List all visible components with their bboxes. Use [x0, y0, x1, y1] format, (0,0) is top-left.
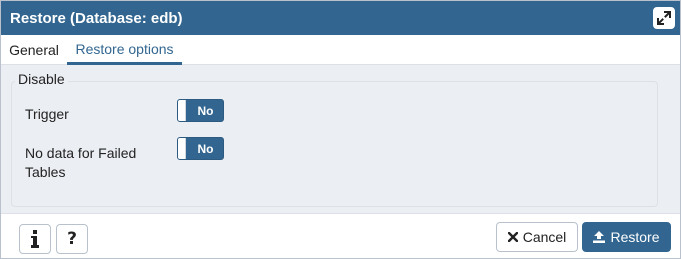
expand-icon — [657, 11, 671, 25]
info-icon — [31, 230, 39, 248]
restore-label: Restore — [610, 229, 660, 245]
dialog-titlebar[interactable]: Restore (Database: edb) — [1, 1, 680, 35]
close-icon — [507, 232, 518, 242]
upload-icon — [593, 231, 606, 243]
restore-options-panel: Disable Trigger No No data for Failed Ta… — [1, 65, 680, 213]
cancel-button[interactable]: Cancel — [496, 222, 578, 252]
restore-button[interactable]: Restore — [582, 222, 671, 252]
trigger-toggle[interactable]: No — [177, 99, 224, 122]
trigger-label: Trigger — [25, 106, 69, 122]
no-data-failed-tables-label-line-2: Tables — [25, 164, 66, 180]
help-button[interactable]: ? — [56, 224, 88, 254]
toggle-knob — [178, 100, 186, 121]
no-data-failed-tables-toggle-value: No — [197, 141, 214, 156]
info-button[interactable] — [19, 224, 51, 254]
cancel-label: Cancel — [522, 229, 567, 245]
no-data-failed-tables-toggle[interactable]: No — [177, 137, 224, 160]
dialog-footer: ? Cancel Restore — [1, 213, 680, 258]
restore-dialog: Restore (Database: edb) General Restore … — [0, 0, 681, 259]
no-data-failed-tables-label-line-1: No data for Failed — [25, 145, 137, 161]
toggle-knob — [178, 138, 186, 159]
trigger-toggle-value: No — [197, 103, 214, 118]
tab-general[interactable]: General — [1, 35, 67, 65]
dialog-title: Restore (Database: edb) — [10, 9, 183, 27]
tab-bar: General Restore options — [1, 35, 680, 65]
question-icon: ? — [67, 229, 77, 249]
maximize-button[interactable] — [653, 7, 675, 29]
tab-restore-options[interactable]: Restore options — [67, 35, 182, 65]
disable-legend: Disable — [15, 71, 68, 87]
